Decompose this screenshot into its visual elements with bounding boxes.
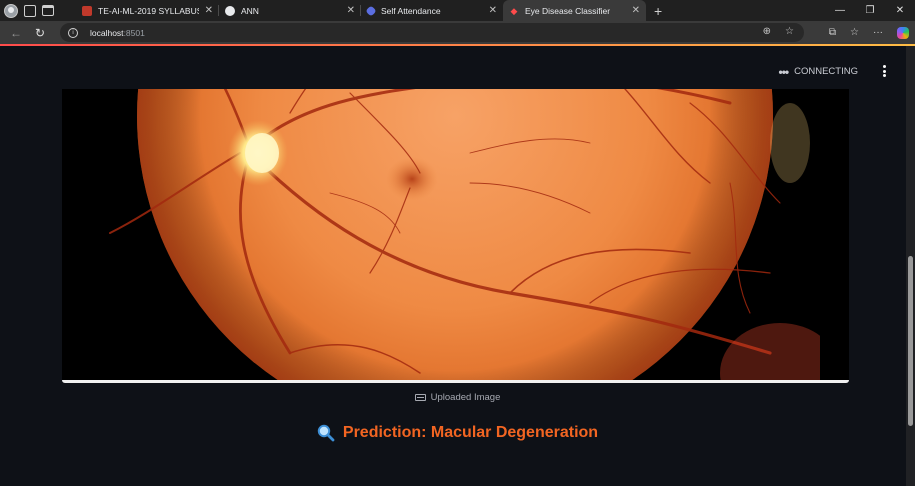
uploaded-image-container (62, 89, 849, 383)
new-tab-icon[interactable]: + (654, 3, 662, 19)
close-tab-icon[interactable]: ✕ (489, 5, 497, 16)
minimize-icon[interactable]: — (825, 0, 855, 21)
browser-tab[interactable]: TE-AI-ML-2019 SYLLABUS_17012... ✕ (76, 0, 219, 21)
address-bar[interactable]: i localhost:8501 ⊕ ☆ (60, 23, 804, 42)
app-main: ••• CONNECTING Uploaded Image Prediction… (0, 46, 906, 486)
workspaces-icon[interactable] (24, 4, 36, 17)
browser-tab[interactable]: Self Attendance ✕ (361, 0, 503, 21)
streamlit-icon: ◆ (510, 5, 518, 16)
pdf-icon (82, 5, 92, 16)
browser-tab[interactable]: ANN ✕ (219, 0, 361, 21)
tab-actions-icon[interactable] (42, 5, 54, 16)
status-text: CONNECTING (794, 66, 858, 77)
url-text: localhost:8501 (90, 27, 145, 38)
copilot-icon[interactable] (897, 26, 909, 39)
image-icon (414, 394, 426, 401)
browser-toolbar: ← ↻ i localhost:8501 ⊕ ☆ ⧉ ☆ ··· (0, 21, 915, 44)
prediction-text: Prediction: Macular Degeneration (342, 424, 599, 441)
image-caption: Uploaded Image (0, 392, 906, 403)
main-menu-icon[interactable] (880, 64, 888, 78)
scrollbar-thumb[interactable] (908, 256, 913, 426)
close-tab-icon[interactable]: ✕ (632, 5, 640, 16)
back-icon[interactable]: ← (4, 26, 28, 40)
restore-icon[interactable]: ❐ (855, 0, 885, 21)
close-window-icon[interactable]: ✕ (885, 0, 915, 21)
zoom-icon[interactable]: ⊕ (763, 26, 771, 37)
tab-strip-left-controls (0, 0, 76, 21)
extensions-icon[interactable]: ⧉ (829, 27, 836, 38)
window-controls: — ❐ ✕ (825, 0, 915, 21)
site-info-icon[interactable]: i (68, 27, 78, 38)
profile-avatar[interactable] (4, 3, 18, 18)
close-tab-icon[interactable]: ✕ (205, 5, 213, 16)
hexagon-icon (365, 4, 377, 17)
close-tab-icon[interactable]: ✕ (347, 5, 355, 16)
page-scrollbar[interactable] (906, 46, 915, 486)
browser-tab-active[interactable]: ◆ Eye Disease Classifier ✕ (503, 0, 646, 21)
toolbar-right-controls: ⧉ ☆ ··· (829, 21, 909, 44)
prediction-heading: Prediction: Macular Degeneration (0, 424, 906, 442)
retina-fundus-image (109, 89, 820, 380)
tab-strip: TE-AI-ML-2019 SYLLABUS_17012... ✕ ANN ✕ … (0, 0, 915, 21)
circle-icon (225, 5, 235, 16)
connection-status: ••• CONNECTING (778, 64, 858, 79)
more-icon[interactable]: ··· (873, 27, 883, 38)
favorites-icon[interactable]: ☆ (850, 27, 859, 38)
reload-icon[interactable]: ↻ (28, 26, 52, 40)
favorite-star-icon[interactable]: ☆ (785, 26, 794, 37)
magnifying-glass-icon (317, 424, 335, 442)
status-dots-icon: ••• (778, 64, 790, 79)
